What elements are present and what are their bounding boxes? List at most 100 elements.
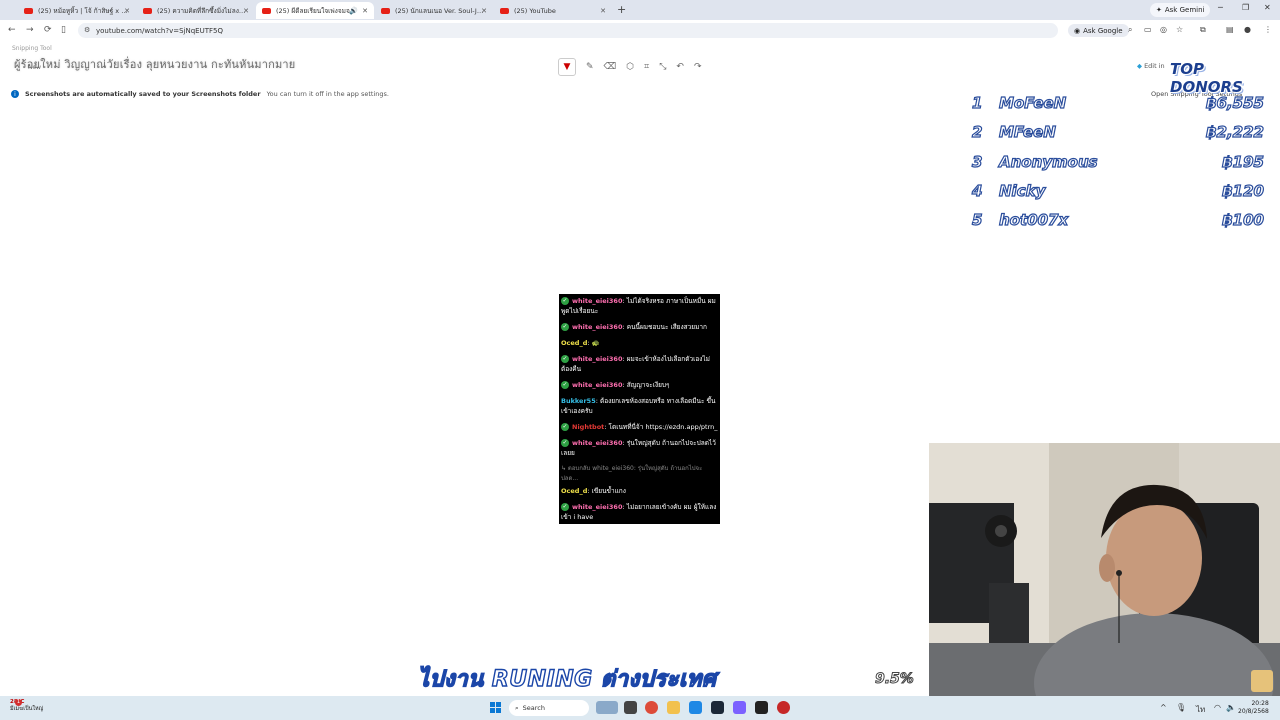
edit-in-button[interactable]: ◆ Edit in: [1137, 62, 1165, 70]
back-icon[interactable]: ←: [8, 25, 16, 35]
chat-username[interactable]: white_eiei360: [572, 355, 622, 363]
text-action-icon[interactable]: ⤡: [659, 62, 666, 72]
chat-username[interactable]: Bukker55: [561, 397, 596, 405]
chat-username[interactable]: Oced_d: [561, 487, 587, 495]
reload-icon[interactable]: ⟳: [44, 25, 52, 35]
menu-icon[interactable]: ⋮: [1264, 25, 1272, 34]
obs-icon[interactable]: [755, 701, 768, 714]
discord-icon[interactable]: [733, 701, 746, 714]
system-clock[interactable]: 20:28 20/8/2568: [1238, 700, 1269, 716]
youtube-icon: [143, 7, 152, 14]
app-icon[interactable]: [777, 701, 790, 714]
chat-username[interactable]: white_eiei360: [572, 503, 622, 511]
chat-message: ✓ white_eiei360: ผมจะเข้าห้องไปเลือกตัวเอ…: [559, 354, 720, 374]
sidebar-icon[interactable]: ▯: [61, 25, 66, 35]
maximize-icon[interactable]: ❐: [1242, 3, 1249, 12]
video-title: ผู้ร้อยใหม่ วิญญาณ่วัยเรื่อง ลุยหนวยงาน …: [14, 58, 296, 71]
address-bar[interactable]: youtube.com/watch?v=SjNqEUTF5Q: [78, 23, 1058, 38]
mascot-icon: [1251, 670, 1273, 692]
webcam-feed: [929, 443, 1280, 696]
pen-icon[interactable]: ▼: [558, 58, 576, 76]
chat-message: Oced_d: เขียนข้ำแกง: [559, 486, 720, 496]
cast-screen-icon[interactable]: ▤: [1226, 25, 1234, 34]
chat-message: ✓ Nightbot: โดเนทที่นี่จ้า https://ezdn.a…: [559, 422, 720, 432]
close-icon[interactable]: ✕: [124, 7, 130, 15]
tab-title: (25) นักแลนเนอ Ver. Soul-Jazz | บ…: [395, 6, 487, 15]
browser-tab[interactable]: (25) นักแลนเนอ Ver. Soul-Jazz | บ… ✕: [375, 2, 493, 19]
ask-google-button[interactable]: ◉ Ask Google: [1068, 24, 1129, 37]
ask-gemini-button[interactable]: ✦ Ask Gemini: [1150, 3, 1211, 17]
chat-username[interactable]: Oced_d: [561, 339, 587, 347]
taskbar-app-widget-icon[interactable]: [596, 701, 618, 714]
donor-amount: ฿100: [1222, 211, 1265, 230]
lens-icon: ◉: [1074, 26, 1081, 35]
verified-icon: ✓: [561, 381, 569, 389]
youtube-icon: [24, 7, 33, 14]
browser-tab[interactable]: (25) หม้อหูหิ้ว | โจ้ ก้าสิษฐ์ x To… ✕: [18, 2, 136, 19]
windows-start-icon[interactable]: [490, 702, 502, 714]
close-window-icon[interactable]: ✕: [1264, 3, 1271, 12]
close-icon[interactable]: ✕: [243, 7, 249, 15]
chat-username[interactable]: white_eiei360: [572, 297, 622, 305]
minimize-icon[interactable]: ─: [1218, 3, 1223, 12]
info-text: You can turn it off in the app settings.: [266, 90, 389, 98]
chat-username[interactable]: white_eiei360: [572, 381, 622, 389]
chat-message: ✓ white_eiei360: สัญญาจะเงียบๆ: [559, 380, 720, 390]
taskbar-search[interactable]: ⌕ Search: [509, 700, 589, 716]
url-text: youtube.com/watch?v=SjNqEUTF5Q: [96, 26, 223, 35]
search-icon: ⌕: [515, 703, 519, 712]
steam-icon[interactable]: [711, 701, 724, 714]
clock-time: 20:28: [1251, 700, 1269, 707]
redo-icon[interactable]: ↷: [694, 62, 702, 72]
wifi-icon[interactable]: ◠: [1214, 703, 1221, 712]
chat-username[interactable]: white_eiei360: [572, 323, 622, 331]
weather-desc: มีเมฆเป็นใหญ่: [10, 706, 44, 712]
file-explorer-icon[interactable]: [667, 701, 680, 714]
volume-icon[interactable]: 🔈: [1226, 703, 1236, 712]
donor-rank: 3: [971, 152, 983, 171]
tray-chevron-icon[interactable]: ^: [1160, 703, 1167, 712]
shapes-icon[interactable]: ⬡: [626, 62, 634, 72]
browser-tab[interactable]: (25) ความคิดที่ลึกซึ้งมิ่งไม่ลงลังไม่ไม่…: [137, 2, 255, 19]
task-view-icon[interactable]: [624, 701, 637, 714]
speaker-icon[interactable]: 🔊: [349, 7, 358, 15]
donor-name: Nicky: [998, 181, 1046, 200]
language-icon[interactable]: ไท: [1196, 703, 1205, 716]
donor-name: Anonymous: [998, 152, 1098, 171]
highlighter-icon[interactable]: ✎: [586, 62, 594, 72]
close-icon[interactable]: ✕: [481, 7, 487, 15]
microphone-icon[interactable]: 🎙: [1176, 703, 1186, 712]
close-icon[interactable]: ✕: [600, 7, 606, 15]
chat-username[interactable]: white_eiei360: [572, 439, 622, 447]
eye-off-icon[interactable]: ◎: [1160, 25, 1167, 34]
snip-toolbar: ▼ ✎ ⌫ ⬡ ⌗ ⤡ ↶ ↷: [558, 58, 702, 76]
edge-icon[interactable]: [689, 701, 702, 714]
chat-username[interactable]: Nightbot: [572, 423, 604, 431]
undo-icon[interactable]: ↶: [676, 62, 684, 72]
close-icon[interactable]: ✕: [362, 7, 368, 15]
zoom-icon[interactable]: ⌕: [1128, 25, 1132, 35]
extensions-icon[interactable]: ⧉: [1200, 25, 1206, 35]
browser-tab[interactable]: (25) YouTube ✕: [494, 2, 612, 19]
bookmark-star-icon[interactable]: ☆: [1176, 25, 1183, 34]
donor-rank: 1: [971, 93, 983, 112]
webcam-scene: [929, 443, 1280, 696]
new-tab-button[interactable]: +: [617, 3, 626, 16]
chat-message: ✓ white_eiei360: รุ่นใหญ่สุดับ ถ้านอกไปจะ…: [559, 438, 720, 458]
browser-tab-active[interactable]: (25) ผีดีลยเรียนใจเพ่งจมจนไม่ เป… 🔊 ✕: [256, 2, 374, 19]
site-info-icon[interactable]: ⚙: [84, 26, 90, 34]
verified-icon: ✓: [561, 323, 569, 331]
eraser-icon[interactable]: ⌫: [604, 62, 617, 72]
forward-icon[interactable]: →: [26, 25, 34, 35]
chrome-icon[interactable]: [645, 701, 658, 714]
crop-icon[interactable]: ⌗: [644, 62, 649, 72]
top-donors-title: TOP DONORS: [1170, 60, 1243, 96]
verified-icon: ✓: [561, 503, 569, 511]
profile-icon[interactable]: ●: [1244, 25, 1251, 34]
youtube-icon: [262, 7, 271, 14]
chat-message: ✓ white_eiei360: คนนี้ผมชอบนะ เสียงสวยมาก: [559, 322, 720, 332]
chat-text: : 🐢: [587, 339, 600, 347]
cast-icon[interactable]: ▭: [1144, 25, 1152, 34]
tab-title: (25) ความคิดที่ลึกซึ้งมิ่งไม่ลงลังไม่ไม่…: [157, 6, 249, 15]
new-snip-button[interactable]: New: [28, 64, 41, 71]
